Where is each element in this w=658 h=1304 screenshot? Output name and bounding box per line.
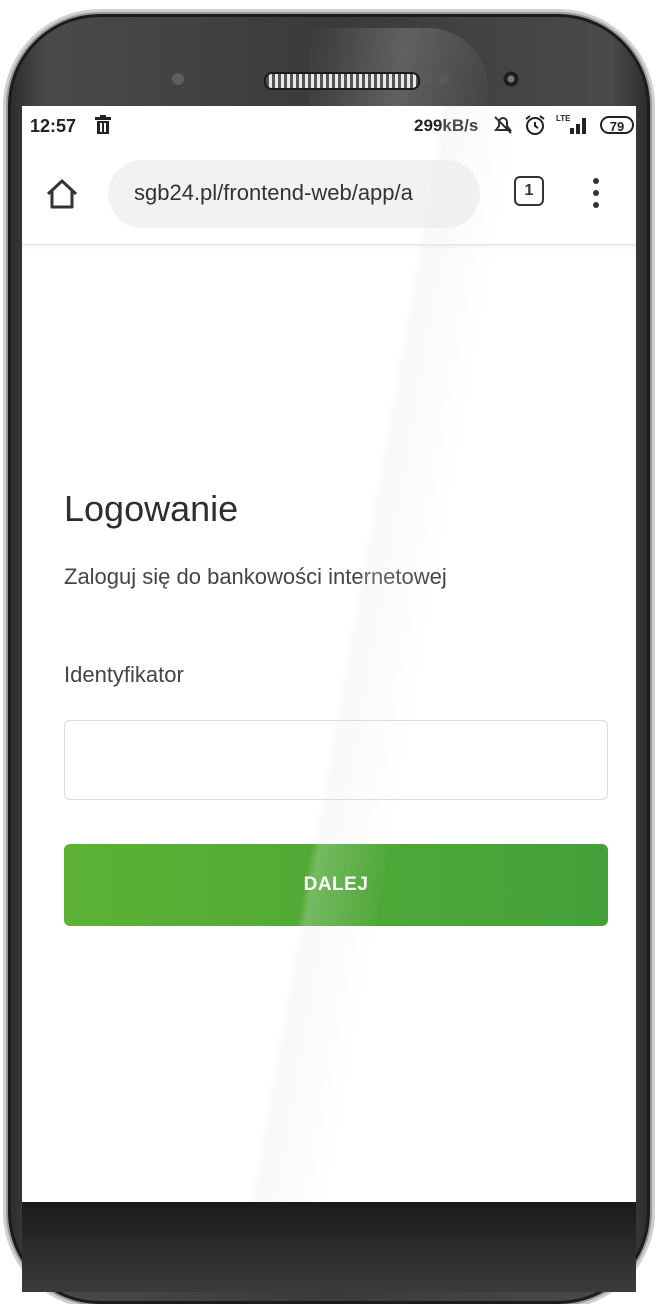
proximity-sensor bbox=[172, 73, 184, 85]
next-button[interactable]: DALEJ bbox=[64, 844, 608, 926]
status-bar: 12:57 299kB/s LTE 79 bbox=[22, 106, 636, 148]
menu-icon[interactable] bbox=[588, 176, 604, 210]
alarm-icon bbox=[525, 115, 545, 135]
url-fade bbox=[420, 160, 480, 228]
front-camera bbox=[502, 70, 520, 88]
url-text: sgb24.pl/frontend-web/app/a bbox=[134, 180, 413, 205]
earpiece-speaker bbox=[264, 72, 420, 90]
page-subtitle: Zaloguj się do bankowości internetowej bbox=[64, 564, 447, 589]
svg-text:LTE: LTE bbox=[556, 114, 571, 123]
url-bar[interactable]: sgb24.pl/frontend-web/app/a bbox=[108, 160, 480, 228]
phone-bottom-bezel bbox=[22, 1202, 636, 1292]
identifier-input[interactable] bbox=[64, 720, 608, 800]
light-sensor bbox=[422, 74, 432, 84]
signal-icon: LTE bbox=[556, 114, 586, 134]
light-sensor bbox=[438, 74, 448, 84]
login-page: Logowanie Zaloguj się do bankowości inte… bbox=[22, 244, 636, 1202]
network-speed: 299kB/s bbox=[414, 116, 479, 135]
home-icon[interactable] bbox=[44, 176, 80, 212]
mute-icon bbox=[494, 116, 512, 134]
identifier-label: Identyfikator bbox=[64, 662, 184, 687]
tabs-button[interactable]: 1 bbox=[514, 176, 544, 206]
battery-icon: 79 bbox=[600, 116, 634, 134]
phone-screen: 12:57 299kB/s LTE 79 sgb24.pl/frontend-w… bbox=[22, 106, 636, 1202]
trash-icon bbox=[95, 115, 111, 134]
page-title: Logowanie bbox=[64, 488, 239, 529]
status-time: 12:57 bbox=[30, 116, 77, 136]
browser-toolbar: sgb24.pl/frontend-web/app/a 1 bbox=[22, 148, 636, 245]
